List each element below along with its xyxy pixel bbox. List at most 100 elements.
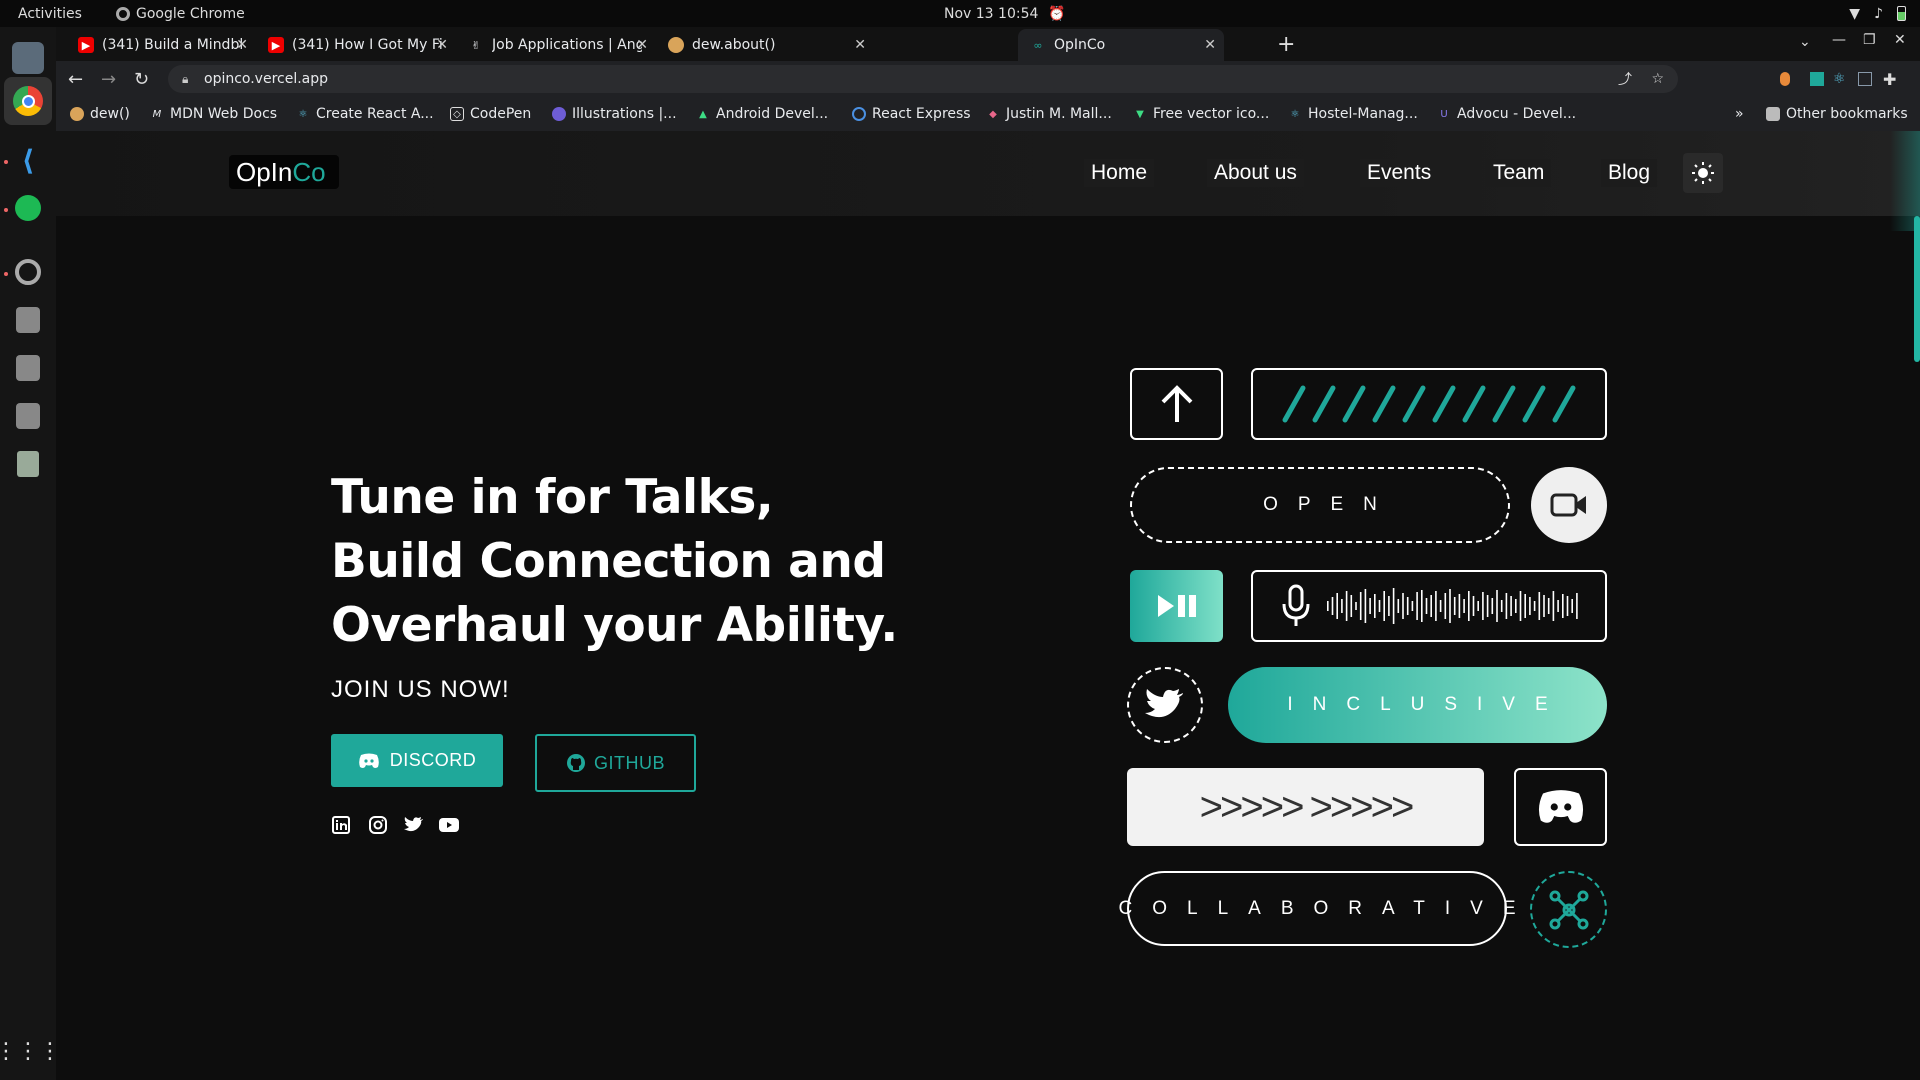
tab-search-icon[interactable]: ⌄ <box>1799 34 1811 50</box>
wave-bar <box>1430 595 1432 617</box>
restore-icon[interactable]: ❐ <box>1863 32 1876 48</box>
bookmark-item[interactable]: React Express <box>852 106 971 122</box>
wave-bar <box>1562 594 1564 618</box>
hero-line: Build Connection and <box>331 534 886 589</box>
wave-bar <box>1576 593 1578 619</box>
bookmark-item[interactable]: ▲ Android Devel... <box>696 106 828 122</box>
avatar-icon <box>668 37 684 53</box>
wave-bar <box>1571 599 1573 613</box>
wave-bar <box>1529 597 1531 615</box>
extension-icon[interactable] <box>1858 72 1872 86</box>
bookmarks-bar: dew() M MDN Web Docs ⚛ Create React A... ◇… <box>56 97 1920 131</box>
new-tab-icon[interactable]: + <box>1277 32 1295 57</box>
wifi-icon: ▼ <box>1849 5 1861 22</box>
chrome-dock-item[interactable] <box>4 77 52 125</box>
extension-icon[interactable] <box>1810 72 1824 86</box>
disk-icon[interactable] <box>12 352 44 384</box>
nav-events[interactable]: Events <box>1360 159 1439 187</box>
bookmark-item[interactable]: ⚛ Hostel-Manag... <box>1288 106 1418 122</box>
github-button[interactable]: GITHUB <box>535 734 696 792</box>
chrome-app-icon <box>116 6 130 21</box>
app-grid-icon[interactable]: ⋮⋮⋮ <box>0 1035 61 1067</box>
wave-bar <box>1444 593 1447 619</box>
files-icon[interactable] <box>12 42 44 74</box>
nav-team[interactable]: Team <box>1486 159 1552 187</box>
youtube-icon[interactable] <box>439 815 459 835</box>
sun-icon <box>1692 162 1714 184</box>
wave-bar <box>1566 596 1569 616</box>
tab-active[interactable]: ∞ OpInCo ✕ <box>1018 29 1224 61</box>
react-express-icon <box>852 107 866 121</box>
extensions-puzzle-icon[interactable]: ✚ <box>1883 70 1896 89</box>
wave-bar <box>1453 597 1456 615</box>
app-menu[interactable]: Google Chrome <box>116 6 245 22</box>
back-icon[interactable]: ← <box>68 69 83 90</box>
close-tab-icon[interactable]: ✕ <box>1204 37 1216 53</box>
twitter-icon[interactable] <box>404 815 424 835</box>
linkedin-icon[interactable] <box>331 815 351 835</box>
vscode-icon[interactable]: ⟨ <box>12 144 44 177</box>
close-tab-icon[interactable]: ✕ <box>436 37 448 53</box>
wave-bar <box>1336 593 1338 619</box>
bookmark-item[interactable]: Illustrations |... <box>552 106 677 122</box>
address-bar[interactable]: 🔒︎ opinco.vercel.app ⤴ ☆ <box>168 65 1678 93</box>
bookmark-item[interactable]: ⚛ Create React A... <box>296 106 434 122</box>
bookmark-item[interactable]: dew() <box>70 106 130 122</box>
tab-1[interactable]: ▶ (341) Build a Mindblowing ✕ <box>66 29 256 61</box>
close-tab-icon[interactable]: ✕ <box>854 37 866 53</box>
close-tab-icon[interactable]: ✕ <box>636 37 648 53</box>
disk-icon[interactable] <box>12 304 44 336</box>
theme-toggle-button[interactable] <box>1683 153 1723 193</box>
site-logo[interactable]: OpIn Co <box>229 155 339 189</box>
wave-bar <box>1505 593 1508 619</box>
scrollbar-thumb[interactable] <box>1914 216 1920 362</box>
wave-bar <box>1435 591 1437 621</box>
wave-bar <box>1439 600 1442 612</box>
forward-icon[interactable]: → <box>101 69 116 90</box>
close-window-icon[interactable]: ✕ <box>1894 32 1906 48</box>
share-icon[interactable]: ⤴ <box>1618 69 1632 89</box>
bookmark-star-icon[interactable]: ☆ <box>1651 71 1664 87</box>
network-tile <box>1530 871 1607 948</box>
tab-4[interactable]: dew.about() ✕ <box>656 29 874 61</box>
wave-bar <box>1388 596 1390 616</box>
tab-3[interactable]: ✌ Job Applications | AngelL ✕ <box>456 29 656 61</box>
trash-icon[interactable] <box>12 448 44 480</box>
react-icon: ⚛ <box>1290 108 1300 120</box>
system-tray[interactable]: ▼ ♪ <box>1849 6 1906 22</box>
nav-blog[interactable]: Blog <box>1601 159 1658 187</box>
clock[interactable]: Nov 13 10:54 ⏰ <box>944 6 1066 22</box>
bookmark-item[interactable]: ◇ CodePen <box>450 106 531 122</box>
close-tab-icon[interactable]: ✕ <box>236 37 248 53</box>
url-text: opinco.vercel.app <box>204 71 329 87</box>
wave-bar <box>1378 600 1381 612</box>
wave-bar <box>1500 600 1503 612</box>
more-bookmarks-button[interactable]: » <box>1735 106 1744 122</box>
nav-home[interactable]: Home <box>1084 159 1155 187</box>
extension-icon[interactable] <box>1780 72 1790 86</box>
nav-about-us[interactable]: About us <box>1207 159 1304 187</box>
wave-bar <box>1482 592 1484 620</box>
wave-bar <box>1331 597 1334 615</box>
hero-line: Overhaul your Ability. <box>331 598 898 653</box>
bookmark-item[interactable]: U Advocu - Devel... <box>1437 106 1576 122</box>
reload-icon[interactable]: ↻ <box>134 69 149 90</box>
github-icon <box>566 754 585 772</box>
tab-title: (341) Build a Mindblowing <box>102 37 242 53</box>
settings-icon[interactable] <box>12 256 44 288</box>
tab-2[interactable]: ▶ (341) How I Got My First F ✕ <box>256 29 456 61</box>
bookmark-item[interactable]: M MDN Web Docs <box>150 106 277 122</box>
wave-bar <box>1533 601 1536 611</box>
wave-bar <box>1359 592 1362 620</box>
discord-button[interactable]: DISCORD <box>331 734 503 787</box>
bookmark-item[interactable]: ▼ Free vector ico... <box>1133 106 1269 122</box>
other-bookmarks[interactable]: Other bookmarks <box>1766 106 1908 122</box>
disk-icon[interactable] <box>12 400 44 432</box>
spotify-icon[interactable] <box>12 192 44 224</box>
wave-bar <box>1552 591 1555 621</box>
activities-button[interactable]: Activities <box>18 6 82 22</box>
minimize-icon[interactable]: — <box>1832 32 1846 48</box>
bookmark-item[interactable]: ◆ Justin M. Mall... <box>986 106 1112 122</box>
react-devtools-icon[interactable]: ⚛ <box>1833 71 1846 87</box>
instagram-icon[interactable] <box>368 815 388 835</box>
